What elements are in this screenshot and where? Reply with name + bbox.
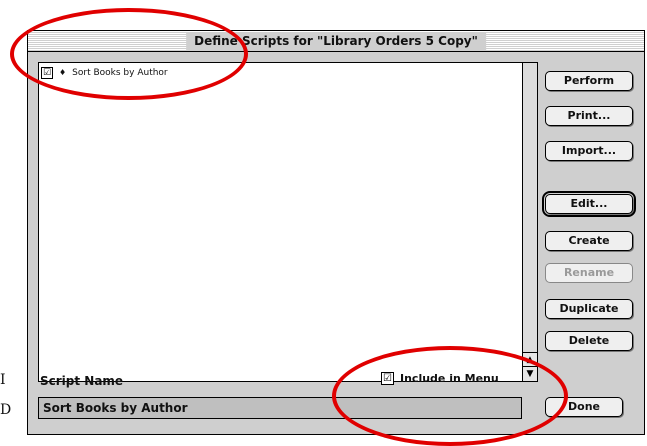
annotation-circle-top: [10, 8, 248, 100]
margin-text-line2: D: [0, 402, 12, 418]
print-button[interactable]: Print...: [545, 106, 633, 126]
import-button[interactable]: Import...: [545, 141, 633, 161]
perform-button[interactable]: Perform: [545, 71, 633, 91]
script-list[interactable]: ☑ ♦ Sort Books by Author ▲ ▼: [38, 62, 538, 382]
duplicate-button[interactable]: Duplicate: [545, 299, 633, 319]
vertical-scrollbar[interactable]: ▲ ▼: [522, 63, 537, 381]
rename-button: Rename: [545, 263, 633, 283]
edit-button[interactable]: Edit...: [542, 191, 636, 217]
create-button[interactable]: Create: [545, 231, 633, 251]
annotation-circle-bottom: [332, 346, 568, 446]
margin-text-line1: I: [0, 372, 6, 388]
script-name-label: Script Name: [40, 374, 124, 388]
delete-button[interactable]: Delete: [545, 331, 633, 351]
